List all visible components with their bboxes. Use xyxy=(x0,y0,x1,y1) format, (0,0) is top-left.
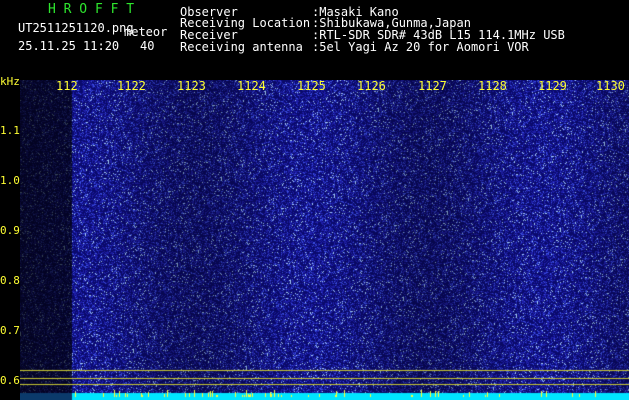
antenna-label: Receiving antenna xyxy=(180,40,303,54)
antenna-value: :5el Yagi Az 20 for Aomori VOR xyxy=(312,40,529,54)
x-tick-label: 1125 xyxy=(297,79,326,93)
hrofft-window: H R O F F T UT2511251120.png meteor 25.1… xyxy=(0,0,629,400)
y-tick-label: 1.1 xyxy=(0,124,20,137)
mode-label: meteor xyxy=(124,25,168,39)
filename-label: UT2511251120.png xyxy=(18,21,134,35)
x-tick-label: 1122 xyxy=(117,79,146,93)
count-label: 40 xyxy=(140,39,155,53)
y-axis-unit: kHz xyxy=(0,75,20,88)
x-tick-label: 1128 xyxy=(478,79,507,93)
y-tick-label: 0.9 xyxy=(0,224,20,237)
x-tick-label: 1126 xyxy=(357,79,386,93)
x-tick-label: 1130 xyxy=(596,79,625,93)
y-tick-label: 0.6 xyxy=(0,374,20,387)
datetime-label: 25.11.25 11:20 xyxy=(18,39,120,53)
x-tick-label: 1129 xyxy=(538,79,567,93)
y-tick-label: 0.8 xyxy=(0,274,20,287)
spectrogram xyxy=(20,80,629,400)
x-tick-label: 1127 xyxy=(418,79,447,93)
x-tick-label: 1123 xyxy=(177,79,206,93)
y-tick-label: 0.7 xyxy=(0,324,20,337)
y-tick-label: 1.0 xyxy=(0,174,20,187)
x-tick-label: 1124 xyxy=(237,79,266,93)
app-title: H R O F F T xyxy=(48,2,135,17)
x-tick-label: 112 xyxy=(56,79,78,93)
